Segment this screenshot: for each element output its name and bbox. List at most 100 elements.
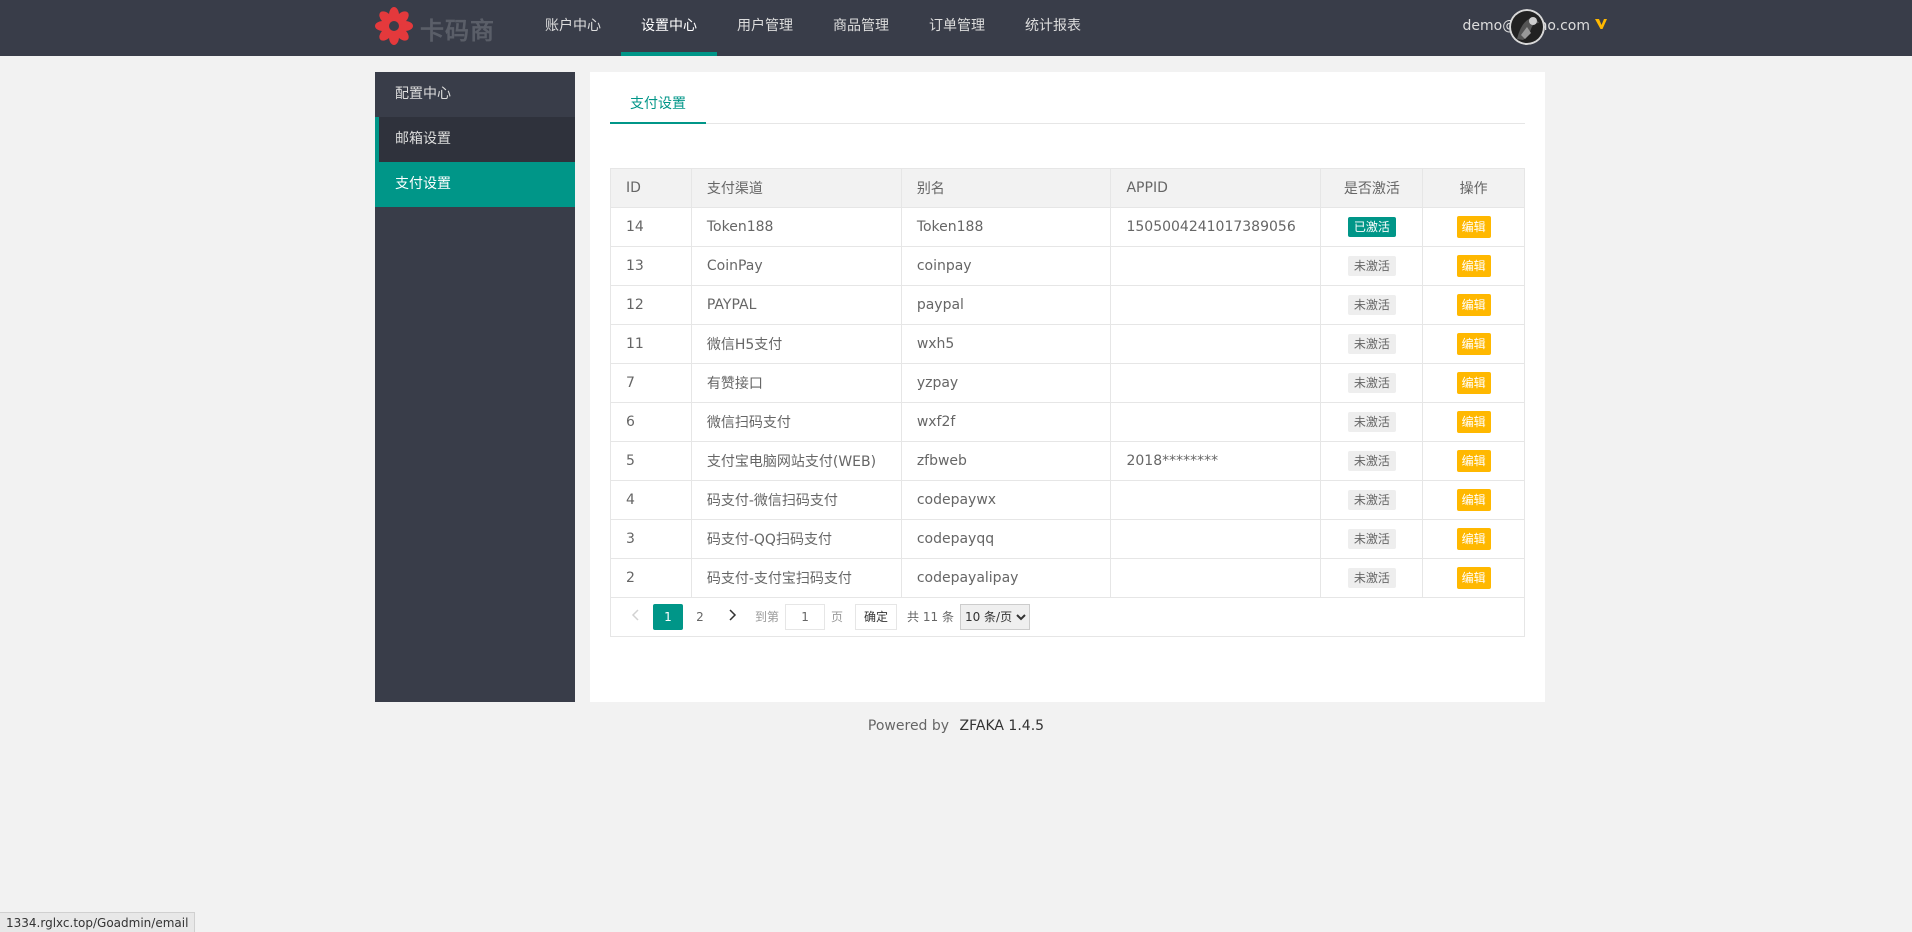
nav-order-management[interactable]: 订单管理 — [909, 0, 1005, 56]
cell-appid — [1110, 285, 1322, 325]
edit-button[interactable]: 编辑 — [1456, 333, 1491, 355]
prev-page-button[interactable] — [621, 604, 651, 630]
edit-button[interactable]: 编辑 — [1456, 216, 1491, 238]
edit-button[interactable]: 编辑 — [1456, 294, 1491, 316]
main-nav: 账户中心 设置中心 用户管理 商品管理 订单管理 统计报表 — [525, 0, 1101, 56]
table-row: 6 微信扫码支付 wxf2f 未激活 编辑 — [610, 402, 1525, 442]
status-badge: 未激活 — [1347, 451, 1396, 471]
sidebar-item-payment-settings[interactable]: 支付设置 — [375, 162, 575, 207]
per-page-select[interactable]: 10 条/页 — [959, 603, 1030, 630]
goto-page-input[interactable] — [785, 603, 826, 630]
cell-id: 2 — [610, 558, 692, 598]
col-header-active[interactable]: 是否激活 — [1320, 168, 1424, 208]
cell-appid — [1110, 246, 1322, 286]
cell-active: 未激活 — [1320, 402, 1424, 442]
cell-alias: paypal — [900, 285, 1112, 325]
logo-text: 卡码商 — [420, 16, 495, 45]
cell-alias: wxf2f — [900, 402, 1112, 442]
cell-id: 13 — [610, 246, 692, 286]
cell-appid — [1110, 558, 1322, 598]
cell-appid — [1110, 480, 1322, 520]
cell-action: 编辑 — [1422, 558, 1525, 598]
cell-id: 6 — [610, 402, 692, 442]
col-header-id[interactable]: ID — [610, 168, 692, 208]
cell-channel: 码支付-QQ扫码支付 — [690, 519, 902, 559]
tab-payment-settings[interactable]: 支付设置 — [610, 84, 706, 124]
cell-alias: yzpay — [900, 363, 1112, 403]
tab-bar: 支付设置 — [610, 84, 1525, 124]
table-row: 3 码支付-QQ扫码支付 codepayqq 未激活 编辑 — [610, 519, 1525, 559]
edit-button[interactable]: 编辑 — [1456, 489, 1491, 511]
table-row: 5 支付宝电脑网站支付(WEB) zfbweb 2018******** 未激活 编辑 — [610, 441, 1525, 481]
cell-action: 编辑 — [1422, 363, 1525, 403]
cell-alias: codepayalipay — [900, 558, 1112, 598]
col-header-action[interactable]: 操作 — [1422, 168, 1525, 208]
nav-statistics-report[interactable]: 统计报表 — [1005, 0, 1101, 56]
cell-active: 未激活 — [1320, 519, 1424, 559]
cell-appid — [1110, 519, 1322, 559]
cell-action: 编辑 — [1422, 519, 1525, 559]
next-page-button[interactable] — [717, 604, 747, 630]
table-row: 13 CoinPay coinpay 未激活 编辑 — [610, 246, 1525, 286]
cell-channel: CoinPay — [690, 246, 902, 286]
footer: Powered by ZFAKA 1.4.5 — [0, 718, 1912, 734]
cell-channel: 有赞接口 — [690, 363, 902, 403]
status-badge: 未激活 — [1347, 295, 1396, 315]
cell-alias: codepayqq — [900, 519, 1112, 559]
cell-action: 编辑 — [1422, 207, 1525, 247]
footer-product-name[interactable]: ZFAKA 1.4.5 — [960, 718, 1045, 734]
nav-account-center[interactable]: 账户中心 — [525, 0, 621, 56]
edit-button[interactable]: 编辑 — [1456, 255, 1491, 277]
cell-alias: wxh5 — [900, 324, 1112, 364]
page-2-button[interactable]: 2 — [685, 604, 715, 630]
pagination: 1 2 到第 页 确定 共 11 条 10 条/页 — [610, 597, 1525, 637]
edit-button[interactable]: 编辑 — [1456, 567, 1491, 589]
cell-appid: 1505004241017389056 — [1110, 207, 1322, 247]
cell-id: 12 — [610, 285, 692, 325]
cell-channel: Token188 — [690, 207, 902, 247]
cell-action: 编辑 — [1422, 402, 1525, 442]
nav-product-management[interactable]: 商品管理 — [813, 0, 909, 56]
cell-alias: codepaywx — [900, 480, 1112, 520]
cell-active: 未激活 — [1320, 246, 1424, 286]
cell-channel: 支付宝电脑网站支付(WEB) — [690, 441, 902, 481]
col-header-channel[interactable]: 支付渠道 — [690, 168, 902, 208]
logo[interactable]: 卡码商 — [374, 4, 495, 52]
cell-action: 编辑 — [1422, 324, 1525, 364]
vip-icon — [1594, 17, 1608, 35]
cell-channel: 码支付-支付宝扫码支付 — [690, 558, 902, 598]
col-header-appid[interactable]: APPID — [1110, 168, 1322, 208]
table-row: 11 微信H5支付 wxh5 未激活 编辑 — [610, 324, 1525, 364]
goto-label: 到第 — [755, 610, 780, 624]
sidebar-item-email-settings[interactable]: 邮箱设置 — [375, 117, 575, 162]
cell-appid: 2018******** — [1110, 441, 1322, 481]
cell-id: 3 — [610, 519, 692, 559]
table-header-row: ID 支付渠道 别名 APPID 是否激活 操作 — [610, 168, 1525, 208]
cell-alias: zfbweb — [900, 441, 1112, 481]
status-badge: 未激活 — [1347, 568, 1396, 588]
nav-settings-center[interactable]: 设置中心 — [621, 0, 717, 56]
page-1-button[interactable]: 1 — [653, 603, 683, 630]
nav-user-management[interactable]: 用户管理 — [717, 0, 813, 56]
cell-appid — [1110, 324, 1322, 364]
goto-confirm-button[interactable]: 确定 — [855, 603, 898, 630]
edit-button[interactable]: 编辑 — [1456, 411, 1491, 433]
avatar[interactable] — [1509, 9, 1545, 45]
edit-button[interactable]: 编辑 — [1456, 528, 1491, 550]
table-row: 14 Token188 Token188 1505004241017389056 已激活… — [610, 207, 1525, 247]
cell-channel: 码支付-微信扫码支付 — [690, 480, 902, 520]
cell-active: 未激活 — [1320, 324, 1424, 364]
main-panel: 支付设置 ID 支付渠道 别名 APPID 是否激活 操作 1 4 Token188… — [590, 72, 1545, 702]
col-header-alias[interactable]: 别名 — [900, 168, 1112, 208]
sidebar-item-config-center[interactable]: 配置中心 — [375, 72, 575, 117]
total-count: 共 11 条 — [907, 610, 954, 624]
cell-action: 编辑 — [1422, 246, 1525, 286]
cell-active: 未激活 — [1320, 480, 1424, 520]
edit-button[interactable]: 编辑 — [1456, 450, 1491, 472]
table-row: 2 码支付-支付宝扫码支付 codepayalipay 未激活 编辑 — [610, 558, 1525, 598]
cell-id: 4 — [610, 480, 692, 520]
table-row: 12 PAYPAL paypal 未激活 编辑 — [610, 285, 1525, 325]
cell-appid — [1110, 363, 1322, 403]
edit-button[interactable]: 编辑 — [1456, 372, 1491, 394]
cell-alias: coinpay — [900, 246, 1112, 286]
